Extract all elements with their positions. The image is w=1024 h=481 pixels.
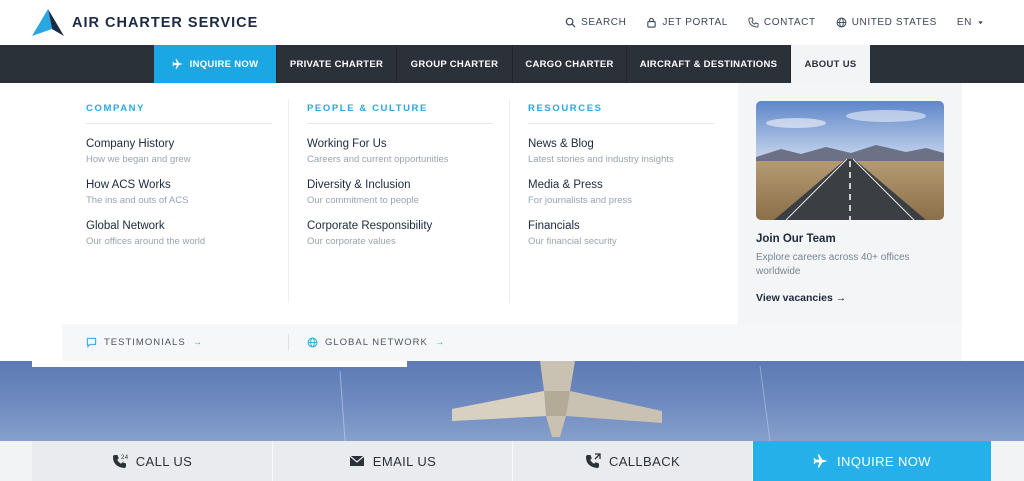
menu-link-working-for-us[interactable]: Working For Us Careers and current oppor… <box>307 138 493 165</box>
bottom-action-bar: 24 CALL US EMAIL US CALLBACK INQUIRE NOW <box>0 441 1024 481</box>
phone-icon <box>748 17 759 28</box>
callback-phone-icon <box>585 453 601 468</box>
careers-feature-panel: Join Our Team Explore careers across 40+… <box>738 83 962 324</box>
menu-link-news-blog[interactable]: News & Blog Latest stories and industry … <box>528 138 714 165</box>
menu-column-people-culture: PEOPLE & CULTURE Working For Us Careers … <box>307 103 493 247</box>
feature-title: Join Our Team <box>756 233 836 245</box>
menu-column-resources: RESOURCES News & Blog Latest stories and… <box>528 103 714 247</box>
inquire-now-button[interactable]: INQUIRE NOW <box>753 441 992 481</box>
nav-aircraft-destinations[interactable]: AIRCRAFT & DESTINATIONS <box>626 45 790 83</box>
link-title: Global Network <box>86 220 165 232</box>
link-subtitle: Careers and current opportunities <box>307 154 449 165</box>
inquire-now-label: INQUIRE NOW <box>837 453 931 469</box>
feature-description: Explore careers across 40+ offices world… <box>756 252 910 277</box>
column-heading: COMPANY <box>86 103 272 124</box>
jet-portal-link[interactable]: JET PORTAL <box>646 17 727 28</box>
utility-nav: SEARCH JET PORTAL CONTACT UNITED STATES … <box>565 0 984 45</box>
logo[interactable]: AIR CHARTER SERVICE <box>32 9 258 37</box>
nav-about-us[interactable]: ABOUT US <box>790 45 870 83</box>
globe-icon <box>836 17 847 28</box>
testimonials-label: TESTIMONIALS <box>104 337 186 348</box>
contact-link[interactable]: CONTACT <box>748 17 816 28</box>
envelope-icon <box>349 455 365 466</box>
top-bar: AIR CHARTER SERVICE SEARCH JET PORTAL CO… <box>0 0 1024 45</box>
menu-link-corporate-responsibility[interactable]: Corporate Responsibility Our corporate v… <box>307 220 493 247</box>
arrow-right-icon: → <box>434 337 446 348</box>
search-icon <box>565 17 576 28</box>
region-label: UNITED STATES <box>851 17 937 28</box>
column-heading: RESOURCES <box>528 103 714 124</box>
caret-down-icon <box>978 21 983 25</box>
menu-link-how-acs-works[interactable]: How ACS Works The ins and outs of ACS <box>86 179 272 206</box>
global-network-link[interactable]: GLOBAL NETWORK → <box>307 337 445 348</box>
link-title: Company History <box>86 138 175 150</box>
logo-icon <box>32 9 64 36</box>
language-label: EN <box>956 17 972 28</box>
global-network-label: GLOBAL NETWORK <box>325 337 428 348</box>
nav-inquire-label: INQUIRE NOW <box>189 58 259 70</box>
region-selector[interactable]: UNITED STATES <box>836 17 937 28</box>
testimonials-link[interactable]: TESTIMONIALS → <box>86 337 203 348</box>
menu-column-company: COMPANY Company History How we began and… <box>86 103 272 247</box>
nav-cargo-charter[interactable]: CARGO CHARTER <box>512 45 626 83</box>
phone-24-icon: 24 <box>112 455 128 468</box>
menu-link-diversity-inclusion[interactable]: Diversity & Inclusion Our commitment to … <box>307 179 493 206</box>
callback-button[interactable]: CALLBACK <box>513 441 753 481</box>
call-us-label: CALL US <box>135 453 193 469</box>
link-title: How ACS Works <box>86 179 171 191</box>
link-title: Diversity & Inclusion <box>307 179 411 191</box>
link-title: Media & Press <box>528 179 603 191</box>
runway-illustration <box>756 101 944 220</box>
column-divider <box>288 99 289 303</box>
main-nav: INQUIRE NOW PRIVATE CHARTER GROUP CHARTE… <box>0 45 1024 83</box>
runway-image[interactable] <box>756 101 944 220</box>
nav-inquire-button[interactable]: INQUIRE NOW <box>154 45 276 83</box>
column-divider <box>509 99 510 303</box>
plane-icon <box>813 454 828 468</box>
link-subtitle: Our commitment to people <box>307 195 419 206</box>
link-subtitle: How we began and grew <box>86 154 191 165</box>
globe-icon <box>307 337 318 348</box>
email-us-button[interactable]: EMAIL US <box>273 441 513 481</box>
hero-image <box>0 361 1024 441</box>
chat-icon <box>86 337 97 348</box>
language-selector[interactable]: EN <box>957 17 984 28</box>
call-us-button[interactable]: 24 CALL US <box>32 441 273 481</box>
strip-divider <box>288 334 289 351</box>
link-subtitle: Our offices around the world <box>86 236 206 247</box>
link-subtitle: Our corporate values <box>307 236 396 247</box>
menu-link-global-network[interactable]: Global Network Our offices around the wo… <box>86 220 272 247</box>
link-title: News & Blog <box>528 138 594 150</box>
nav-group-charter[interactable]: GROUP CHARTER <box>396 45 512 83</box>
link-title: Working For Us <box>307 138 387 150</box>
link-subtitle: Our financial security <box>528 236 617 247</box>
nav-private-charter[interactable]: PRIVATE CHARTER <box>276 45 396 83</box>
menu-link-financials[interactable]: Financials Our financial security <box>528 220 714 247</box>
link-title: Financials <box>528 220 580 232</box>
aircraft-illustration <box>339 361 771 441</box>
view-vacancies-link[interactable]: View vacancies → <box>756 292 846 304</box>
contact-label: CONTACT <box>763 17 816 28</box>
menu-link-media-press[interactable]: Media & Press For journalists and press <box>528 179 714 206</box>
menu-link-company-history[interactable]: Company History How we began and grew <box>86 138 272 165</box>
email-us-label: EMAIL US <box>372 453 437 469</box>
plane-icon <box>172 59 183 69</box>
phone-24-badge: 24 <box>121 455 128 461</box>
search-link[interactable]: SEARCH <box>565 17 626 28</box>
link-subtitle: The ins and outs of ACS <box>86 195 189 206</box>
column-heading: PEOPLE & CULTURE <box>307 103 493 124</box>
callback-label: CALLBACK <box>608 453 681 469</box>
link-title: Corporate Responsibility <box>307 220 433 232</box>
jet-portal-label: JET PORTAL <box>662 17 728 28</box>
about-us-mega-menu: COMPANY Company History How we began and… <box>62 83 962 361</box>
arrow-right-icon: → <box>192 337 204 348</box>
lock-icon <box>647 17 657 28</box>
mega-menu-footer: TESTIMONIALS → GLOBAL NETWORK → <box>62 324 962 361</box>
link-subtitle: For journalists and press <box>528 195 633 206</box>
link-subtitle: Latest stories and industry insights <box>528 154 674 165</box>
brand-name: AIR CHARTER SERVICE <box>72 15 259 31</box>
search-label: SEARCH <box>581 17 627 28</box>
